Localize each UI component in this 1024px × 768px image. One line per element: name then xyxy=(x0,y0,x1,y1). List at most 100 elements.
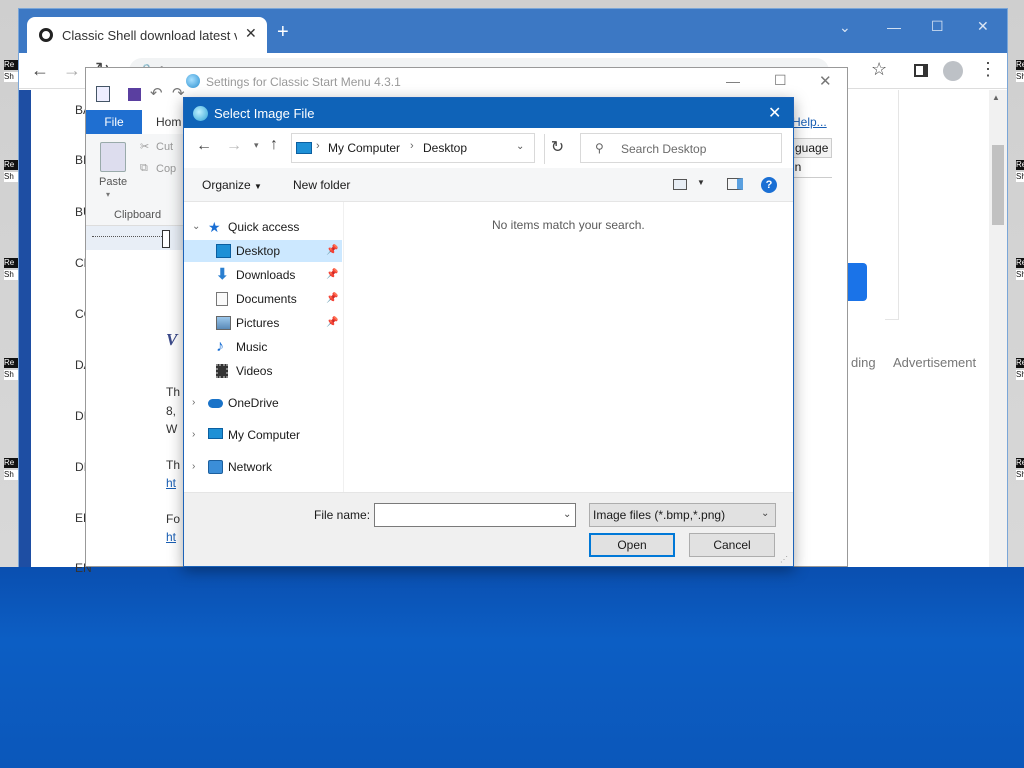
desktop-shortcut-icon[interactable]: ReSh xyxy=(1016,358,1024,380)
desktop-shortcut-icon[interactable]: ReSh xyxy=(4,60,18,82)
nav-label: OneDrive xyxy=(228,396,279,410)
open-button[interactable]: Open xyxy=(589,533,675,557)
file-list-pane[interactable]: No items match your search. xyxy=(344,202,793,492)
chevron-down-icon[interactable]: ▼ xyxy=(697,178,705,187)
desktop-icon xyxy=(216,244,231,258)
close-icon[interactable]: ✕ xyxy=(768,103,781,123)
new-folder-button[interactable]: New folder xyxy=(293,178,350,192)
resize-grip-icon[interactable]: ⋰ xyxy=(780,555,788,564)
breadcrumb-my-computer[interactable]: My Computer xyxy=(328,141,400,155)
refresh-icon[interactable]: ↻ xyxy=(544,134,570,164)
forward-icon[interactable]: → xyxy=(63,60,81,81)
close-icon[interactable]: ✕ xyxy=(819,72,832,90)
file-name-input[interactable]: ⌄ xyxy=(374,503,576,527)
dialog-bottom-bar: File name: ⌄ Image files (*.bmp,*.png) ⌄… xyxy=(184,492,793,566)
desktop-shortcut-icon[interactable]: ReSh xyxy=(1016,258,1024,280)
view-options-icon[interactable] xyxy=(673,179,687,190)
breadcrumb[interactable]: › My Computer › Desktop ⌄ ↻ xyxy=(291,133,564,164)
back-icon[interactable]: ← xyxy=(196,137,212,155)
preview-pane-icon[interactable] xyxy=(727,178,743,190)
help-icon[interactable]: ? xyxy=(761,177,777,193)
nav-item-videos[interactable]: Videos xyxy=(184,360,342,382)
menu-kebab-icon[interactable]: ⋮ xyxy=(979,59,997,80)
desktop-shortcut-icon[interactable]: ReSh xyxy=(4,160,18,182)
breadcrumb-desktop[interactable]: Desktop xyxy=(423,141,467,155)
nav-item-music[interactable]: ♪ Music xyxy=(184,336,342,358)
collapsed-chevron-icon[interactable]: › xyxy=(192,392,195,414)
computer-icon xyxy=(208,428,223,439)
home-tab[interactable]: Hom xyxy=(156,115,181,129)
expanded-chevron-icon[interactable]: ⌄ xyxy=(192,216,200,238)
pin-icon[interactable]: 📌 xyxy=(326,264,338,286)
cancel-button[interactable]: Cancel xyxy=(689,533,775,557)
reading-list-icon[interactable] xyxy=(914,64,928,77)
chevron-down-icon[interactable]: ⌄ xyxy=(839,19,851,36)
file-tab[interactable]: File xyxy=(86,110,142,134)
nav-item-documents[interactable]: Documents 📌 xyxy=(184,288,342,310)
desktop-shortcut-icon[interactable]: ReSh xyxy=(4,258,18,280)
minimize-icon[interactable]: — xyxy=(726,73,740,89)
bookmark-star-icon[interactable]: ☆ xyxy=(871,59,887,80)
collapsed-chevron-icon[interactable]: › xyxy=(192,424,195,446)
collapsed-chevron-icon[interactable]: › xyxy=(192,456,195,478)
undo-icon[interactable]: ↶ xyxy=(150,84,163,102)
paste-label[interactable]: Paste xyxy=(99,176,127,188)
doc-link[interactable]: ht xyxy=(166,476,176,490)
desktop-shortcut-icon[interactable]: ReSh xyxy=(4,358,18,380)
desktop-shortcut-icon[interactable]: ReSh xyxy=(1016,160,1024,182)
pin-icon[interactable]: 📌 xyxy=(326,240,338,262)
browser-tab[interactable]: Classic Shell download latest ver ✕ xyxy=(27,17,267,53)
paste-icon[interactable] xyxy=(100,142,126,172)
doc-link[interactable]: ht xyxy=(166,530,176,544)
address-dropdown-chevron-icon[interactable]: ⌄ xyxy=(516,141,524,152)
cut-label[interactable]: Cut xyxy=(156,141,173,153)
desktop-shortcut-icon[interactable]: ReSh xyxy=(1016,60,1024,82)
search-input[interactable]: ⚲ Search Desktop xyxy=(580,133,782,163)
tab-close-icon[interactable]: ✕ xyxy=(245,25,257,42)
star-icon: ★ xyxy=(208,219,221,235)
scroll-up-icon[interactable]: ▲ xyxy=(992,93,1000,102)
forward-icon[interactable]: → xyxy=(226,137,242,155)
scrollbar-thumb[interactable] xyxy=(992,145,1004,225)
minimize-icon[interactable]: — xyxy=(887,19,901,35)
nav-onedrive[interactable]: › OneDrive xyxy=(184,392,342,414)
classic-shell-icon xyxy=(193,106,208,121)
desktop-shortcut-icon[interactable]: ReSh xyxy=(1016,458,1024,480)
settings-titlebar: Settings for Classic Start Menu 4.3.1 — … xyxy=(86,68,847,96)
page-tab-advertisement[interactable]: Advertisement xyxy=(893,355,976,370)
nav-item-desktop[interactable]: Desktop 📌 xyxy=(184,240,342,262)
indent-marker-icon[interactable] xyxy=(162,230,170,248)
recent-locations-chevron-icon[interactable]: ▾ xyxy=(254,140,259,151)
copy-icon[interactable]: ⧉ xyxy=(140,162,148,175)
organize-button[interactable]: Organize ▼ xyxy=(202,178,262,192)
pin-icon[interactable]: 📌 xyxy=(326,312,338,334)
new-tab-icon[interactable]: + xyxy=(277,22,289,42)
nav-quick-access[interactable]: ⌄ ★ Quick access xyxy=(184,216,342,238)
documents-icon xyxy=(216,292,228,306)
page-tab-reading[interactable]: ding xyxy=(851,355,876,370)
cut-icon[interactable]: ✂ xyxy=(140,140,149,153)
nav-my-computer[interactable]: › My Computer xyxy=(184,424,342,446)
ruler-ticks xyxy=(92,236,162,238)
dialog-titlebar: Select Image File ✕ xyxy=(184,98,793,128)
up-icon[interactable]: ↑ xyxy=(270,136,278,154)
file-type-select[interactable]: Image files (*.bmp,*.png) ⌄ xyxy=(589,503,776,527)
maximize-icon[interactable]: ☐ xyxy=(931,18,944,35)
help-link[interactable]: Help... xyxy=(792,115,827,129)
language-column-header[interactable]: guage xyxy=(792,138,832,158)
nav-item-pictures[interactable]: Pictures 📌 xyxy=(184,312,342,334)
navigation-pane: ⌄ ★ Quick access Desktop 📌 ⬇ Downloads 📌… xyxy=(184,202,344,492)
maximize-icon[interactable]: ☐ xyxy=(774,72,787,89)
close-icon[interactable]: ✕ xyxy=(977,18,989,35)
copy-label[interactable]: Cop xyxy=(156,163,176,175)
pin-icon[interactable]: 📌 xyxy=(326,288,338,310)
language-cell[interactable]: in xyxy=(792,158,832,178)
nav-item-downloads[interactable]: ⬇ Downloads 📌 xyxy=(184,264,342,286)
save-icon[interactable] xyxy=(128,88,141,101)
chevron-down-icon[interactable]: ▾ xyxy=(106,190,110,199)
desktop-shortcut-icon[interactable]: ReSh xyxy=(4,458,18,480)
back-icon[interactable]: ← xyxy=(31,60,49,81)
profile-avatar-icon[interactable] xyxy=(943,61,963,81)
nav-network[interactable]: › Network xyxy=(184,456,342,478)
chevron-down-icon[interactable]: ⌄ xyxy=(563,509,571,520)
